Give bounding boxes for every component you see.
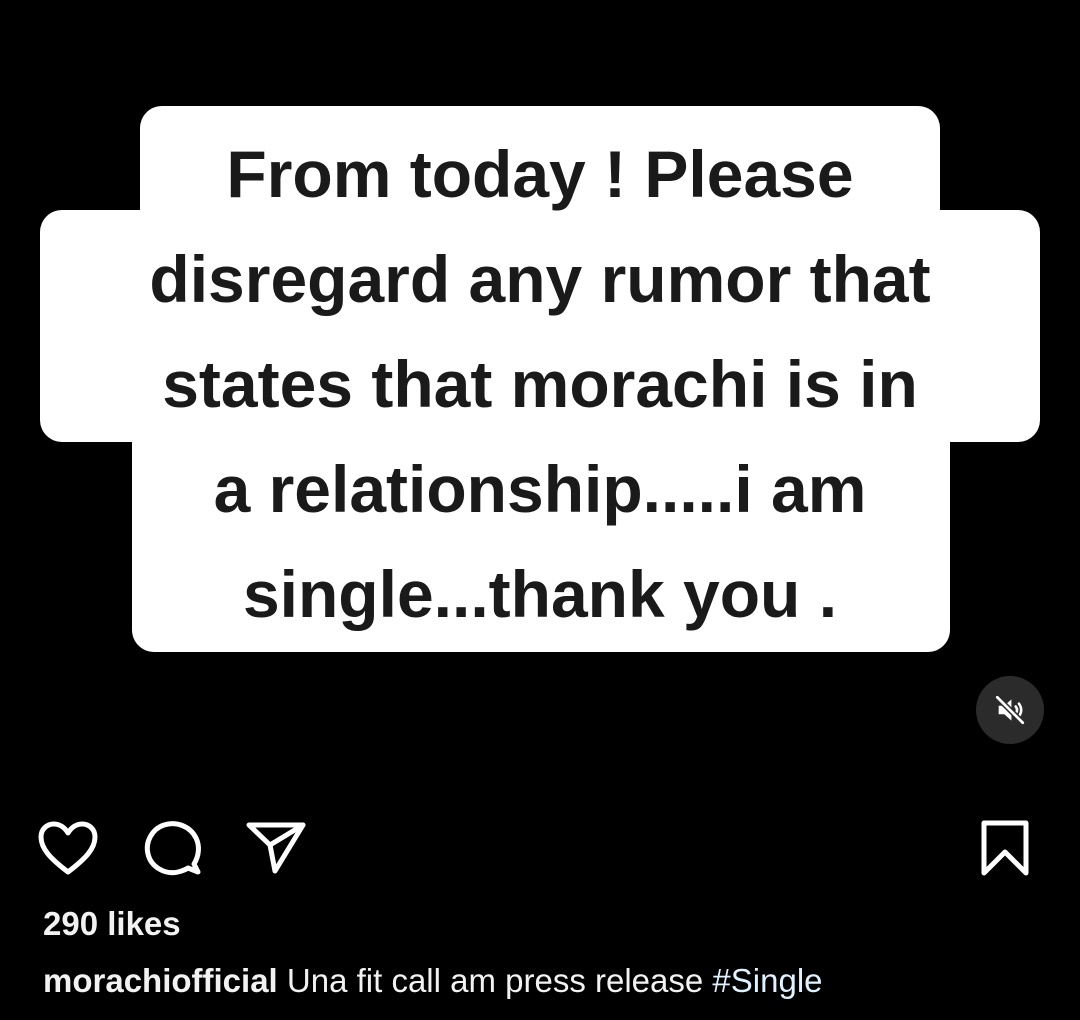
- comment-bubble-icon: [144, 821, 201, 876]
- hashtag-link[interactable]: #Single: [712, 962, 822, 999]
- username-link[interactable]: morachiofficial: [43, 962, 278, 999]
- action-bar: [0, 805, 1080, 885]
- mute-button[interactable]: [976, 676, 1044, 744]
- caption-line: states that morachi is in: [162, 347, 918, 421]
- caption-text: From today ! Please disregard any rumor …: [40, 106, 1040, 647]
- caption-line: disregard any rumor that: [149, 242, 931, 316]
- caption-line: From today ! Please: [226, 137, 854, 211]
- caption-body: Una fit call am press release: [286, 962, 704, 999]
- likes-count[interactable]: 290 likes: [43, 905, 181, 943]
- paper-plane-icon: [246, 822, 306, 874]
- heart-icon: [38, 821, 98, 875]
- speaker-muted-icon: [994, 694, 1026, 726]
- post-media[interactable]: From today ! Please disregard any rumor …: [0, 0, 1080, 790]
- caption-line: single...thank you .: [242, 557, 838, 631]
- bookmark-icon: [981, 820, 1029, 876]
- caption-card: From today ! Please disregard any rumor …: [40, 106, 1040, 652]
- save-button[interactable]: [970, 813, 1040, 883]
- post-caption: morachiofficial Una fit call am press re…: [43, 962, 823, 1000]
- share-button[interactable]: [241, 813, 311, 883]
- like-button[interactable]: [33, 813, 103, 883]
- caption-line: a relationship.....i am: [213, 452, 867, 526]
- comment-button[interactable]: [138, 813, 208, 883]
